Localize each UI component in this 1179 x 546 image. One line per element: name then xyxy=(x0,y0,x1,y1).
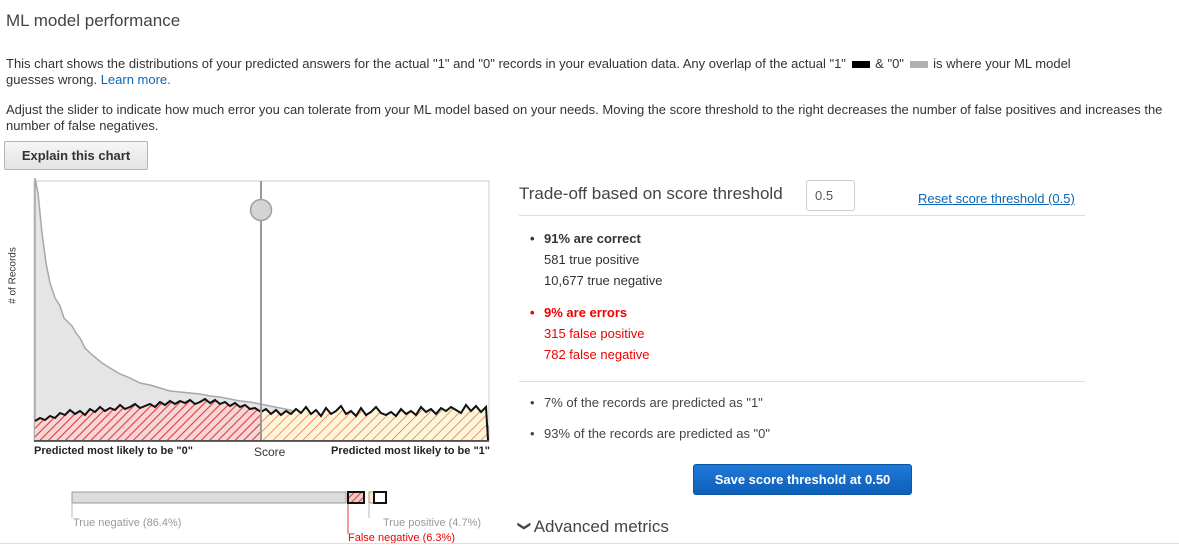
save-threshold-button[interactable]: Save score threshold at 0.50 xyxy=(693,464,912,495)
correct-heading: 91% are correct xyxy=(530,231,641,247)
explain-chart-button[interactable]: Explain this chart xyxy=(4,141,148,170)
true-negative-count: 10,677 true negative xyxy=(544,273,663,288)
true-positive-label: True positive (4.7%) xyxy=(383,517,482,529)
x-mid-label: Score xyxy=(254,445,286,459)
description-text-line2: guesses wrong. xyxy=(6,72,98,87)
y-axis-label: # of Records xyxy=(7,247,19,304)
actual-1-swatch xyxy=(851,61,870,69)
false-negative-count: 782 false negative xyxy=(544,347,650,362)
chevron-down-icon: ❯ xyxy=(517,520,533,532)
actual-0-swatch xyxy=(909,61,928,69)
page-bottom-border xyxy=(0,543,1179,544)
description-text-end: is where your ML model xyxy=(933,56,1071,71)
divider-top xyxy=(519,215,1085,216)
false-positive-count: 315 false positive xyxy=(544,326,645,341)
reset-threshold-link[interactable]: Reset score threshold (0.5) xyxy=(918,191,1075,206)
score-distribution-chart xyxy=(33,178,490,442)
tradeoff-title: Trade-off based on score threshold xyxy=(519,184,783,203)
predicted-1-stat: 7% of the records are predicted as "1" xyxy=(530,395,763,411)
divider-mid xyxy=(519,381,1085,382)
description-text: This chart shows the distributions of yo… xyxy=(6,56,846,71)
true-negative-segment xyxy=(71,491,347,504)
advanced-metrics-toggle[interactable]: ❯ Advanced metrics xyxy=(517,517,669,537)
slider-instructions: Adjust the slider to indicate how much e… xyxy=(6,102,1163,133)
chart-description: This chart shows the distributions of yo… xyxy=(6,56,1174,88)
threshold-slider-handle[interactable] xyxy=(249,198,273,222)
false-negative-segment xyxy=(347,491,365,504)
true-negative-label: True negative (86.4%) xyxy=(73,517,182,529)
advanced-metrics-label: Advanced metrics xyxy=(533,517,669,536)
x-right-label: Predicted most likely to be "1" xyxy=(331,445,490,457)
page-title: ML model performance xyxy=(6,11,181,30)
predicted-0-stat: 93% of the records are predicted as "0" xyxy=(530,426,770,442)
true-positive-segment xyxy=(373,491,387,504)
description-text-mid: & "0" xyxy=(875,56,904,71)
true-positive-count: 581 true positive xyxy=(544,252,640,267)
x-left-label: Predicted most likely to be "0" xyxy=(34,445,193,457)
errors-heading: 9% are errors xyxy=(530,305,627,321)
threshold-input[interactable]: 0.5 xyxy=(806,180,855,211)
learn-more-link[interactable]: Learn more. xyxy=(101,72,171,87)
